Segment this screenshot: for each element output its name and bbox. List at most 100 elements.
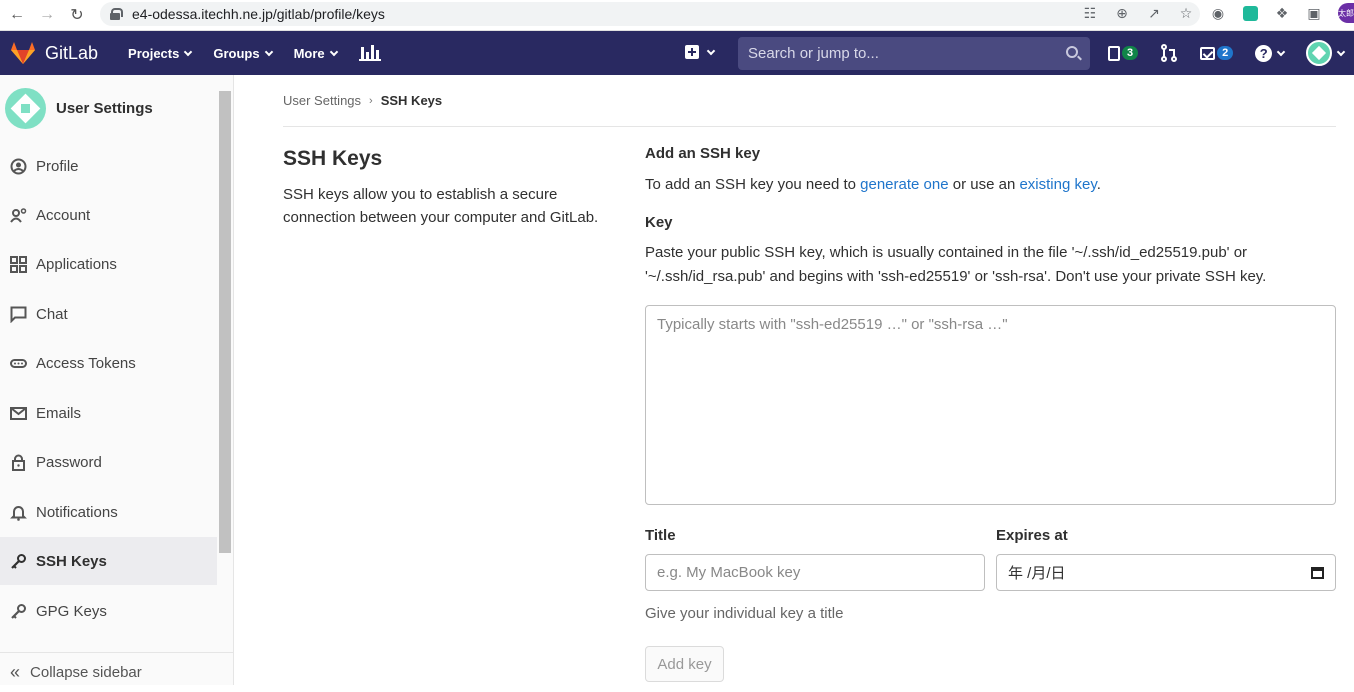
url-text[interactable]: e4-odessa.itechh.ne.jp/gitlab/profile/ke…	[132, 6, 385, 22]
sidebar-item-account[interactable]: Account	[0, 191, 217, 239]
sidebar-item-label: Profile	[36, 157, 79, 175]
sidebar-item-password[interactable]: Password	[0, 438, 217, 486]
sidebar-scrollbar[interactable]	[219, 91, 231, 553]
gitlab-logo[interactable]: GitLab	[10, 41, 98, 65]
breadcrumb-parent[interactable]: User Settings	[283, 93, 361, 108]
search-icon	[1066, 46, 1078, 58]
zoom-icon[interactable]: ⊕	[1106, 1, 1138, 25]
intro-prefix: To add an SSH key you need to	[645, 176, 861, 193]
calendar-icon[interactable]	[1311, 566, 1324, 579]
settings-section-info: SSH Keys SSH keys allow you to establish…	[283, 147, 623, 229]
bell-icon	[10, 504, 27, 521]
nav-more-label: More	[293, 45, 325, 61]
translate-icon[interactable]: ☷	[1074, 1, 1106, 25]
sidebar-item-ssh-keys[interactable]: SSH Keys	[0, 537, 217, 585]
generate-one-link[interactable]: generate one	[860, 176, 948, 193]
existing-key-link[interactable]: existing key	[1019, 176, 1096, 193]
nav-groups-label: Groups	[213, 45, 260, 61]
add-ssh-key-form: Add an SSH key To add an SSH key you nee…	[645, 145, 1336, 682]
issues-button[interactable]: 3	[1108, 45, 1139, 61]
chevron-down-icon	[706, 46, 716, 55]
sidebar-item-label: Applications	[36, 255, 117, 273]
mail-icon	[10, 405, 27, 422]
key-icon	[10, 553, 27, 570]
breadcrumb: User Settings › SSH Keys	[283, 75, 1336, 127]
page-title: SSH Keys	[283, 147, 383, 170]
lock-icon	[110, 8, 123, 20]
expires-date-value: 年 /月/日	[1008, 565, 1066, 582]
chevron-down-icon	[264, 47, 273, 56]
nav-more[interactable]: More	[293, 45, 338, 61]
token-icon	[10, 355, 27, 372]
collapse-sidebar-button[interactable]: « Collapse sidebar	[0, 652, 234, 692]
search-input[interactable]	[748, 45, 1048, 62]
expires-date-input[interactable]: 年 /月/日	[996, 554, 1336, 591]
extension-green-icon[interactable]	[1234, 1, 1266, 25]
expires-field-group: Expires at 年 /月/日	[996, 527, 1336, 622]
chevron-down-icon	[184, 47, 193, 56]
title-input[interactable]	[645, 554, 985, 591]
sidebar-item-notifications[interactable]: Notifications	[0, 488, 217, 536]
key-textarea[interactable]	[645, 305, 1336, 505]
nav-projects[interactable]: Projects	[128, 45, 193, 61]
form-intro: To add an SSH key you need to generate o…	[645, 176, 1336, 193]
search-box[interactable]	[738, 37, 1090, 70]
key-label: Key	[645, 214, 673, 231]
sidepanel-icon[interactable]: ▣	[1298, 1, 1330, 25]
nav-projects-label: Projects	[128, 45, 180, 61]
account-icon	[10, 207, 27, 224]
share-icon[interactable]: ↗	[1138, 1, 1170, 25]
gitlab-header: GitLab Projects Groups More 3	[0, 31, 1354, 75]
sidebar-item-label: Notifications	[36, 503, 118, 521]
user-menu-button[interactable]	[1306, 40, 1346, 66]
sidebar-item-profile[interactable]: Profile	[0, 142, 217, 190]
expires-label: Expires at	[996, 527, 1068, 544]
merge-request-icon	[1161, 44, 1178, 62]
sidebar-item-access-tokens[interactable]: Access Tokens	[0, 339, 217, 387]
collapse-sidebar-label: Collapse sidebar	[30, 664, 142, 681]
chevron-down-icon	[1277, 47, 1286, 56]
puzzle-icon[interactable]: ❖	[1266, 1, 1298, 25]
chevron-down-icon	[1337, 47, 1346, 56]
sidebar-item-applications[interactable]: Applications	[0, 240, 217, 288]
new-item-button[interactable]	[685, 45, 716, 59]
chat-icon	[10, 306, 27, 323]
settings-sidebar: User Settings Profile Account Applicatio…	[0, 75, 234, 685]
add-key-button[interactable]: Add key	[645, 646, 724, 682]
sidebar-header[interactable]: User Settings	[0, 75, 233, 142]
sidebar-item-emails[interactable]: Emails	[0, 389, 217, 437]
issues-icon	[1108, 45, 1120, 61]
sidebar-item-gpg-keys[interactable]: GPG Keys	[0, 587, 217, 635]
sidebar-item-label: Access Tokens	[36, 354, 136, 372]
intro-middle: or use an	[948, 176, 1020, 193]
forward-icon[interactable]: →	[34, 2, 60, 28]
chart-icon	[358, 45, 381, 61]
issues-count-badge: 3	[1122, 46, 1139, 60]
sidebar-item-label: Account	[36, 206, 91, 224]
chevron-right-icon: ›	[369, 94, 373, 107]
activity-chart-button[interactable]	[358, 45, 381, 61]
chevron-down-icon	[329, 47, 338, 56]
breadcrumb-current[interactable]: SSH Keys	[381, 93, 442, 108]
user-avatar	[1306, 40, 1333, 66]
tanuki-icon	[11, 42, 35, 64]
help-icon: ?	[1255, 44, 1273, 62]
merge-requests-button[interactable]	[1160, 44, 1178, 62]
brand-name: GitLab	[45, 42, 99, 63]
bookmark-star-icon[interactable]: ☆	[1170, 1, 1202, 25]
intro-suffix: .	[1096, 176, 1101, 193]
back-icon[interactable]: ←	[4, 2, 30, 28]
nav-groups[interactable]: Groups	[213, 45, 273, 61]
sidebar-item-label: Emails	[36, 404, 82, 422]
profile-icon	[10, 158, 27, 175]
sidebar-item-label: Chat	[36, 305, 68, 323]
plus-icon	[685, 45, 699, 59]
sidebar-item-chat[interactable]: Chat	[0, 290, 217, 338]
reload-icon[interactable]: ↻	[64, 2, 90, 28]
help-button[interactable]: ?	[1255, 44, 1286, 62]
browser-profile-avatar[interactable]: 太郎	[1338, 3, 1354, 23]
address-bar[interactable]: e4-odessa.itechh.ne.jp/gitlab/profile/ke…	[100, 2, 1200, 26]
todos-button[interactable]: 2	[1200, 46, 1234, 60]
extension-globe-icon[interactable]: ◉	[1202, 1, 1234, 25]
double-chevron-left-icon: «	[10, 662, 21, 682]
